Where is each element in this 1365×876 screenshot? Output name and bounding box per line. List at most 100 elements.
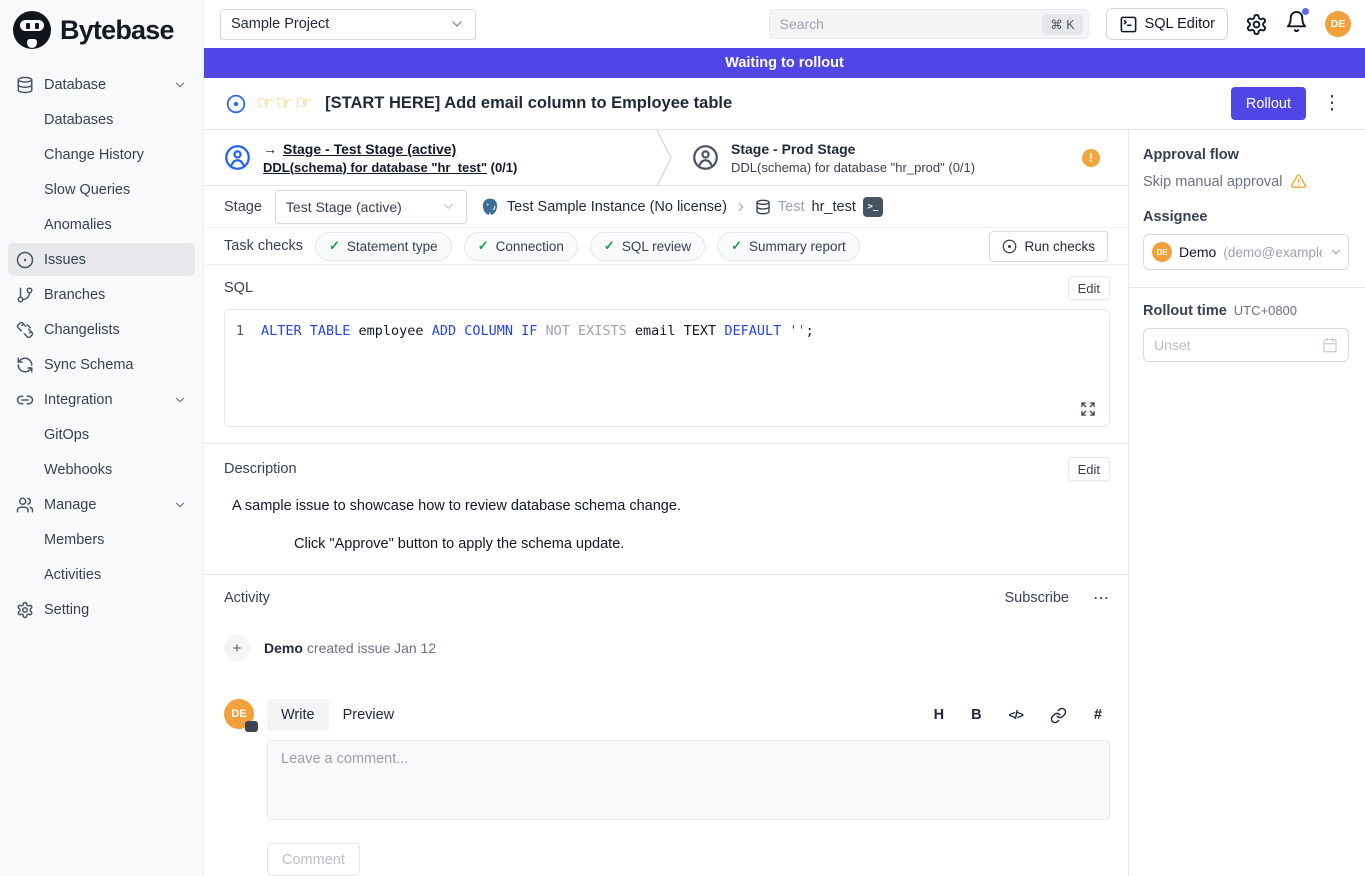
arrow-right-icon: →	[263, 141, 277, 157]
app-window: Bytebase Database Databases Change Histo…	[0, 0, 1365, 876]
chevron-down-icon	[173, 498, 187, 512]
database-name[interactable]: hr_test	[812, 199, 856, 215]
search-shortcut-badge: ⌘ K	[1042, 14, 1082, 35]
sidebar-item-webhooks[interactable]: Webhooks	[8, 453, 195, 486]
chevron-down-icon	[1329, 245, 1343, 259]
rollout-button[interactable]: Rollout	[1231, 87, 1306, 120]
tab-write[interactable]: Write	[267, 699, 329, 731]
sidebar-item-manage[interactable]: Manage	[8, 488, 195, 521]
more-horizontal-icon[interactable]: ⋯	[1093, 588, 1110, 608]
hash-icon[interactable]: #	[1094, 707, 1102, 723]
check-icon: ✓	[478, 238, 489, 254]
stage-select-value: Test Stage (active)	[286, 199, 402, 215]
event-description: created issue Jan 12	[307, 640, 436, 656]
sidebar-item-anomalies[interactable]: Anomalies	[8, 208, 195, 241]
stage-label: Stage	[224, 199, 262, 215]
user-avatar[interactable]: DE	[1325, 11, 1351, 37]
comment-input[interactable]	[267, 740, 1110, 820]
brand-name: Bytebase	[60, 15, 174, 46]
expand-icon[interactable]	[1080, 401, 1096, 417]
description-edit-button[interactable]: Edit	[1068, 457, 1110, 481]
assignee-email: (demo@example	[1223, 245, 1322, 260]
description-text: A sample issue to showcase how to review…	[232, 498, 1110, 514]
sidebar-item-gitops[interactable]: GitOps	[8, 418, 195, 451]
sidebar-item-branches[interactable]: Branches	[8, 278, 195, 311]
sidebar: Bytebase Database Databases Change Histo…	[0, 0, 204, 876]
comment-button[interactable]: Comment	[267, 843, 360, 876]
check-icon: ✓	[329, 238, 340, 254]
circle-dot-icon	[16, 251, 34, 269]
heading-icon[interactable]: H	[934, 707, 944, 723]
bold-icon[interactable]: B	[971, 707, 981, 723]
assignee-select[interactable]: DE Demo (demo@example	[1143, 234, 1349, 270]
sidebar-item-changelists[interactable]: Changelists	[8, 313, 195, 346]
sql-token: email TEXT	[627, 323, 725, 339]
bytebase-logo-icon	[13, 11, 51, 49]
run-checks-button[interactable]: Run checks	[989, 231, 1108, 262]
issue-title: [START HERE] Add email column to Employe…	[325, 94, 732, 113]
sql-token: ''	[789, 323, 805, 339]
project-select-value: Sample Project	[231, 16, 329, 32]
rollout-time-picker[interactable]: Unset	[1143, 328, 1349, 362]
square-terminal-icon	[1119, 15, 1138, 34]
project-select[interactable]: Sample Project	[220, 9, 476, 40]
check-pill-statement-type[interactable]: ✓Statement type	[315, 232, 452, 261]
sidebar-item-sync-schema[interactable]: Sync Schema	[8, 348, 195, 381]
sidebar-item-setting[interactable]: Setting	[8, 593, 195, 626]
check-pill-summary-report[interactable]: ✓Summary report	[717, 232, 860, 261]
issue-side-panel: Approval flow Skip manual approval Assig…	[1128, 130, 1365, 876]
check-pill-connection[interactable]: ✓Connection	[464, 232, 578, 261]
pencil-ruler-icon	[16, 321, 34, 339]
sql-editor[interactable]: 1ALTER TABLE employee ADD COLUMN IF NOT …	[224, 309, 1110, 427]
sidebar-item-database[interactable]: Database	[8, 68, 195, 101]
chevron-down-icon	[173, 393, 187, 407]
sidebar-item-integration[interactable]: Integration	[8, 383, 195, 416]
code-icon[interactable]: </>	[1009, 708, 1023, 722]
sql-editor-button[interactable]: SQL Editor	[1106, 8, 1228, 40]
search-input[interactable]	[780, 16, 1043, 32]
check-icon: ✓	[731, 238, 742, 254]
database-icon	[755, 199, 771, 215]
topbar: Sample Project ⌘ K SQL Editor DE	[204, 0, 1365, 48]
task-checks-label: Task checks	[224, 238, 303, 254]
stage-card-test[interactable]: →Stage - Test Stage (active) DDL(schema)…	[204, 130, 656, 185]
activity-section-title: Activity	[224, 590, 270, 606]
sidebar-nav: Database Databases Change History Slow Q…	[0, 60, 203, 626]
tab-preview[interactable]: Preview	[329, 699, 409, 731]
description-text: Click "Approve" button to apply the sche…	[294, 536, 1110, 552]
person-circle-icon	[692, 144, 719, 171]
more-vertical-icon[interactable]: ⋮	[1317, 92, 1347, 115]
sidebar-item-slow-queries[interactable]: Slow Queries	[8, 173, 195, 206]
open-sql-editor-icon[interactable]: >_	[863, 197, 883, 217]
chevron-down-icon	[441, 199, 456, 214]
subscribe-button[interactable]: Subscribe	[1005, 590, 1069, 606]
sql-token: employee	[350, 323, 431, 339]
gear-icon[interactable]	[1245, 13, 1268, 36]
sidebar-item-change-history[interactable]: Change History	[8, 138, 195, 171]
divider	[1129, 287, 1365, 288]
sidebar-item-databases[interactable]: Databases	[8, 103, 195, 136]
sidebar-item-activities[interactable]: Activities	[8, 558, 195, 591]
database-breadcrumb: Test Sample Instance (No license) Test h…	[480, 197, 883, 217]
notifications-button[interactable]	[1285, 10, 1308, 38]
activity-section: Activity Subscribe ⋯ + Democreated issue…	[204, 575, 1128, 876]
stage-select[interactable]: Test Stage (active)	[275, 190, 467, 224]
search-box[interactable]: ⌘ K	[769, 9, 1089, 39]
check-pill-sql-review[interactable]: ✓SQL review	[590, 232, 705, 261]
sidebar-item-members[interactable]: Members	[8, 523, 195, 556]
stage-card-prod[interactable]: Stage - Prod Stage DDL(schema) for datab…	[672, 130, 1128, 185]
postgresql-icon	[480, 197, 500, 217]
issue-status-icon	[226, 94, 246, 114]
sql-edit-button[interactable]: Edit	[1068, 276, 1110, 300]
stage-selector-row: Stage Test Stage (active) Test Sample In…	[204, 186, 1128, 227]
stage-progress: (0/1)	[491, 160, 518, 175]
sidebar-item-issues[interactable]: Issues	[8, 243, 195, 276]
link-icon[interactable]	[1050, 707, 1067, 724]
assignee-label: Assignee	[1143, 209, 1349, 225]
sql-token: DEFAULT	[724, 323, 789, 339]
brand-logo[interactable]: Bytebase	[0, 0, 203, 60]
instance-name[interactable]: Test Sample Instance (No license)	[507, 199, 727, 215]
task-checks-row: Task checks ✓Statement type ✓Connection …	[204, 227, 1128, 265]
pointer-emoji: ☞☞☞	[257, 92, 314, 115]
chat-bubble-icon	[245, 721, 258, 732]
